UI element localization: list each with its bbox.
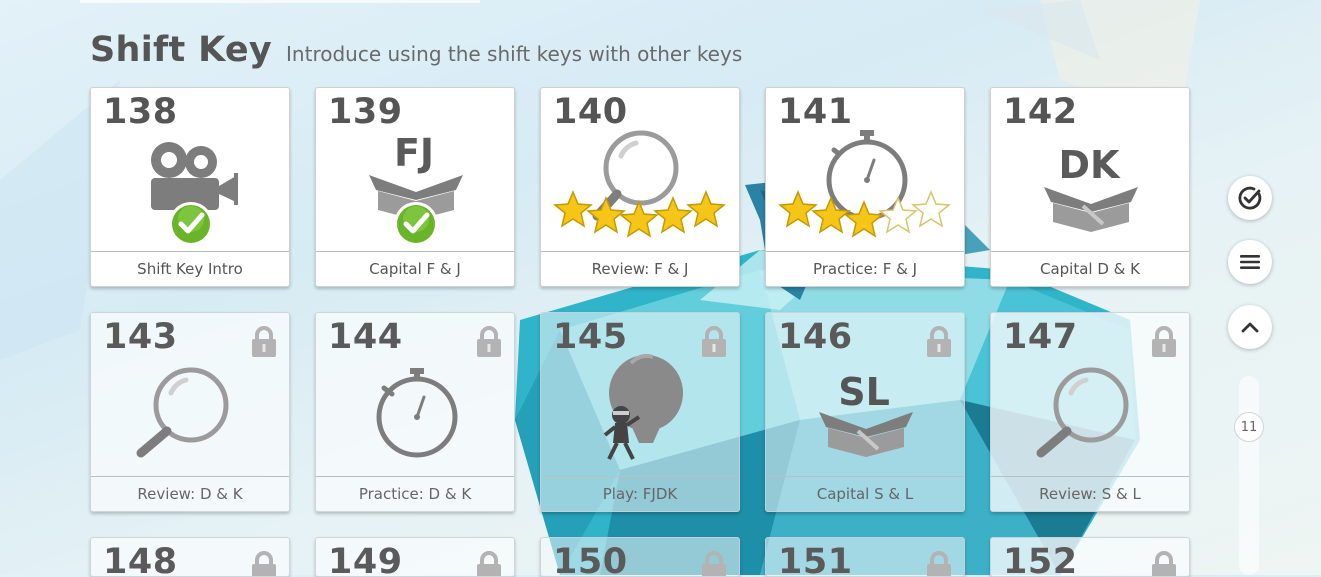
lesson-card-141[interactable]: 141 Practice: F & J [765, 87, 965, 287]
lesson-label: Review: D & K [91, 476, 289, 511]
lesson-card-147[interactable]: 147 Review: S & L [990, 312, 1190, 512]
lesson-label: Review: S & L [991, 476, 1189, 511]
lesson-label: Capital F & J [316, 251, 514, 286]
lesson-card-149[interactable]: 149 [315, 537, 515, 577]
lesson-label: Practice: D & K [316, 476, 514, 511]
lock-icon [927, 551, 951, 576]
lesson-card-152[interactable]: 152 [990, 537, 1190, 577]
magnifier-icon [1036, 367, 1129, 458]
lesson-label: Capital S & L [766, 476, 964, 511]
section-subtitle: Introduce using the shift keys with othe… [286, 42, 743, 66]
lesson-label: Capital D & K [991, 251, 1189, 286]
lesson-number: 150 [553, 542, 628, 577]
scroll-top-button[interactable] [1228, 305, 1272, 349]
lesson-card-140[interactable]: 140 Review: F & J [540, 87, 740, 287]
lesson-number: 149 [328, 542, 403, 577]
completed-check-icon [169, 202, 213, 246]
section-title: Shift Key [90, 30, 273, 70]
check-circle-icon [1238, 186, 1262, 210]
box-letters: DK [1059, 143, 1122, 187]
lesson-card-148[interactable]: 148 [90, 537, 290, 577]
stopwatch-icon [376, 368, 458, 458]
lesson-card-139[interactable]: 139 FJ Capital F & J [315, 87, 515, 287]
lesson-card-145[interactable]: 145 Play: FJDK [540, 312, 740, 512]
lesson-card-151[interactable]: 151 [765, 537, 965, 577]
lesson-card-144[interactable]: 144 Practice: D & K [315, 312, 515, 512]
lesson-card-143[interactable]: 143 Review: D & K [90, 312, 290, 512]
chevron-up-icon [1241, 322, 1259, 333]
star-rating-5 [553, 190, 726, 238]
lock-icon [702, 551, 726, 576]
letter-box-icon: DK [1044, 143, 1138, 232]
section-header: Shift Key Introduce using the shift keys… [90, 30, 742, 70]
letter-box-icon: SL [819, 370, 913, 457]
lock-icon [252, 551, 276, 576]
menu-button[interactable] [1228, 240, 1272, 284]
level-scroll-track[interactable] [1239, 376, 1259, 575]
balloon-ninja-icon [603, 353, 683, 460]
lesson-label: Play: FJDK [541, 476, 739, 511]
lesson-number: 152 [1003, 542, 1078, 577]
star-rating-3 [778, 190, 951, 238]
lesson-card-138[interactable]: 138 Shift Key Intro [90, 87, 290, 287]
lesson-label: Shift Key Intro [91, 251, 289, 286]
lesson-number: 148 [103, 542, 178, 577]
lesson-card-150[interactable]: 150 [540, 537, 740, 577]
lock-icon [477, 551, 501, 576]
lesson-label: Review: F & J [541, 251, 739, 286]
lesson-card-146[interactable]: 146 SL Capital S & L [765, 312, 965, 512]
completed-check-icon [394, 202, 438, 246]
level-scroll-thumb[interactable]: 11 [1234, 412, 1264, 442]
menu-icon [1240, 255, 1260, 269]
lesson-label: Practice: F & J [766, 251, 964, 286]
magnifier-icon [136, 367, 229, 458]
lesson-number: 151 [778, 542, 853, 577]
progress-check-button[interactable] [1228, 176, 1272, 220]
box-letters: SL [838, 370, 890, 414]
top-strip [80, 0, 480, 3]
lock-icon [1152, 551, 1176, 576]
lesson-card-142[interactable]: 142 DK Capital D & K [990, 87, 1190, 287]
